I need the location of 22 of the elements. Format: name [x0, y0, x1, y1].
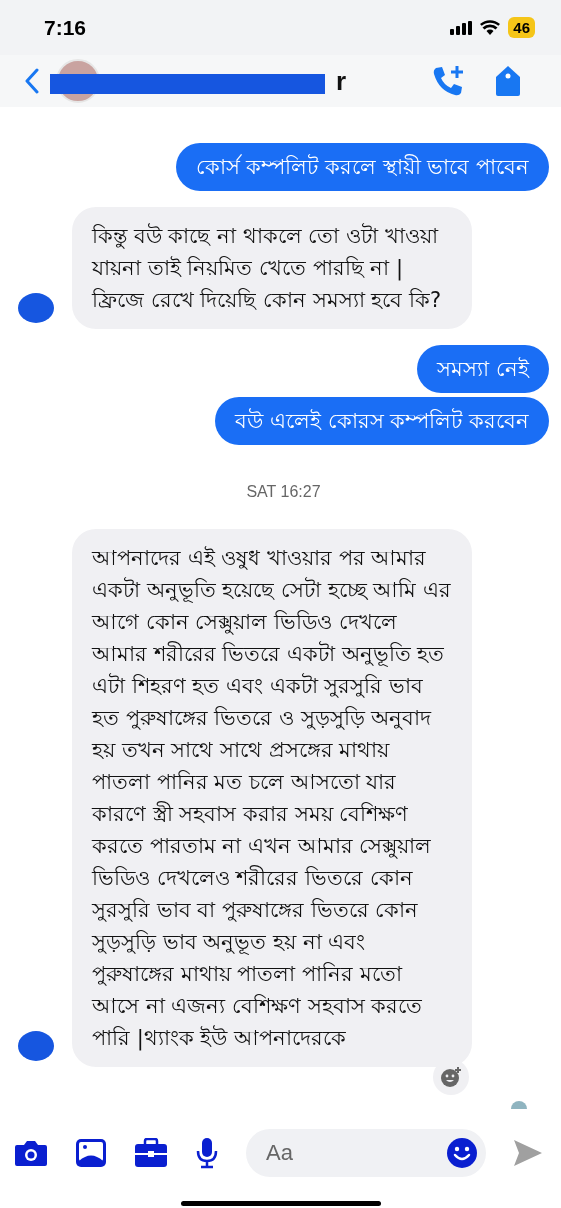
timestamp: SAT 16:27	[246, 483, 321, 502]
wifi-icon	[480, 20, 501, 36]
send-icon[interactable]	[513, 1139, 543, 1168]
message-bubble: কিন্তু বউ কাছে না থাকলে তো ওটা খাওয়া যায়না তাই নিয়মিত খেতে পারছি না | ফ্রিজে রেখে দিয়েছি কোন সমস্যা হবে কি?	[72, 207, 472, 330]
briefcase-icon[interactable]	[134, 1138, 168, 1169]
message-bubble: আপনাদের এই ওষুধ খাওয়ার পর আমার একটা অনুভূতি হয়েছে সেটা হচ্ছে আমি এর আগে কোন সেক্সুয়াল ভিডিও দেখলে আমার শরীরের ভিতরে একটা অনুভূতি হত এটা শিহরণ হত এবং একটা সুরসুরি ভাব হত পুরুষাঙ্গের ভিতরে ও সুড়সুড়ি অনুবাদ হয় তখন সাথে সাথে প্রসঙ্গের মাথায় পাতলা পানির মত চলে আসতো যার কারণে স্ত্রী সহবাস করার সময় বেশিক্ষণ করতে পারতাম না এখন আমার সেক্সুয়াল ভিডিও দেখলেও শরীরের ভিতরে কোন সুরসুরি ভাব বা পুরুষাঙ্গের ভিতরে কোন সুড়সুড়ি ভাব অনুভূত হয় না এবং পুরুষাঙ্গের মাথায় পাতলা পানির মতো আসে না এজন্য বেশিক্ষণ সহবাস করতে পারি |থ্যাংক ইউ আপনাদেরকে	[72, 529, 472, 1068]
emoji-plus-icon	[440, 1066, 462, 1089]
message-bubble: বউ এলেই কোরস কম্পলিট করবেন	[215, 397, 549, 446]
status-time: 7:16	[44, 15, 87, 40]
image-icon[interactable]	[75, 1138, 107, 1169]
emoji-icon[interactable]	[446, 1137, 478, 1170]
message-bubble: কোর্স কম্পলিট করলে স্থায়ী ভাবে পাবেন	[175, 143, 549, 192]
microphone-icon[interactable]	[195, 1137, 219, 1170]
signal-icon	[450, 20, 473, 35]
battery-indicator: 46	[508, 17, 535, 39]
read-receipt-avatar	[511, 1101, 527, 1110]
contact-name: r	[336, 65, 347, 97]
back-icon[interactable]	[24, 68, 40, 95]
message-bubble: সমস্যা নেই	[417, 345, 549, 394]
tag-icon[interactable]	[495, 65, 521, 98]
camera-icon[interactable]	[14, 1139, 48, 1168]
message-field[interactable]: Aa	[246, 1129, 486, 1178]
